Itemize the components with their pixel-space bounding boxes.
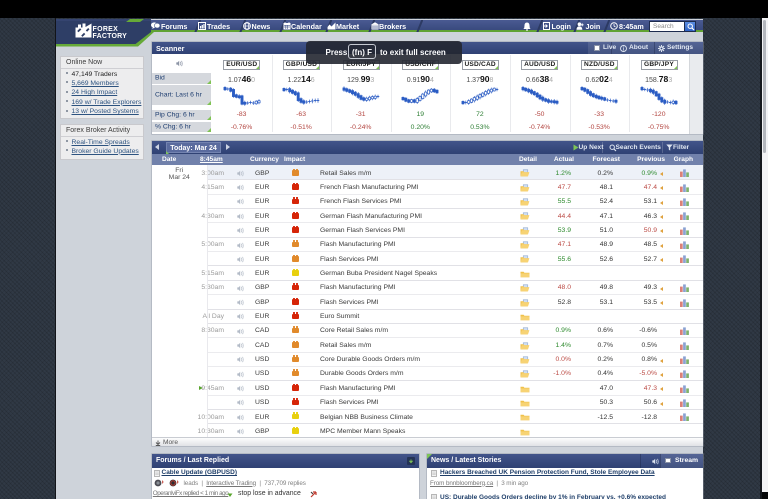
svg-text:FOREX: FOREX xyxy=(93,26,119,33)
svg-text:FACTORY: FACTORY xyxy=(93,33,128,40)
